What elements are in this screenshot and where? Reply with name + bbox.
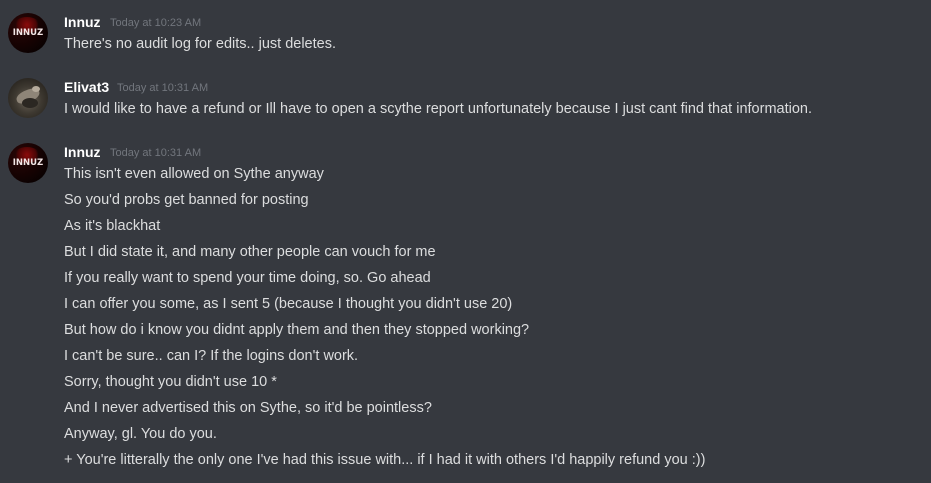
avatar-logo-text: INNUZ — [12, 158, 44, 168]
timestamp: Today at 10:31 AM — [117, 82, 209, 94]
message-text: And I never advertised this on Sythe, so… — [64, 400, 432, 416]
message-text: Sorry, thought you didn't use 10 * — [64, 374, 277, 390]
message-text: + You're litterally the only one I've ha… — [64, 452, 706, 468]
chat-messages: INNUZ Innuz Today at 10:23 AM There's no… — [0, 0, 931, 483]
message-text: As it's blackhat — [64, 218, 161, 234]
timestamp: Today at 10:23 AM — [110, 17, 202, 29]
username[interactable]: Innuz — [64, 13, 101, 31]
message-text: There's no audit log for edits.. just de… — [64, 36, 336, 52]
message-text: But I did state it, and many other peopl… — [64, 244, 436, 260]
message-text: Anyway, gl. You do you. — [64, 426, 217, 442]
message-text: But how do i know you didnt apply them a… — [64, 322, 530, 338]
avatar-logo-text: INNUZ — [12, 28, 44, 38]
username[interactable]: Innuz — [64, 143, 101, 161]
innuz-avatar-icon[interactable]: INNUZ — [8, 13, 48, 53]
message-text: I can't be sure.. can I? If the logins d… — [64, 348, 359, 364]
message-text: So you'd probs get banned for posting — [64, 192, 309, 208]
username[interactable]: Elivat3 — [64, 78, 109, 96]
innuz-avatar-icon[interactable]: INNUZ — [8, 143, 48, 183]
message-text: If you really want to spend your time do… — [64, 270, 431, 286]
message-text: I would like to have a refund or Ill hav… — [64, 101, 812, 117]
message-text: This isn't even allowed on Sythe anyway — [64, 166, 324, 182]
timestamp: Today at 10:31 AM — [110, 147, 202, 159]
elivat3-avatar-icon[interactable] — [8, 78, 48, 118]
message-text: I can offer you some, as I sent 5 (becau… — [64, 296, 513, 312]
